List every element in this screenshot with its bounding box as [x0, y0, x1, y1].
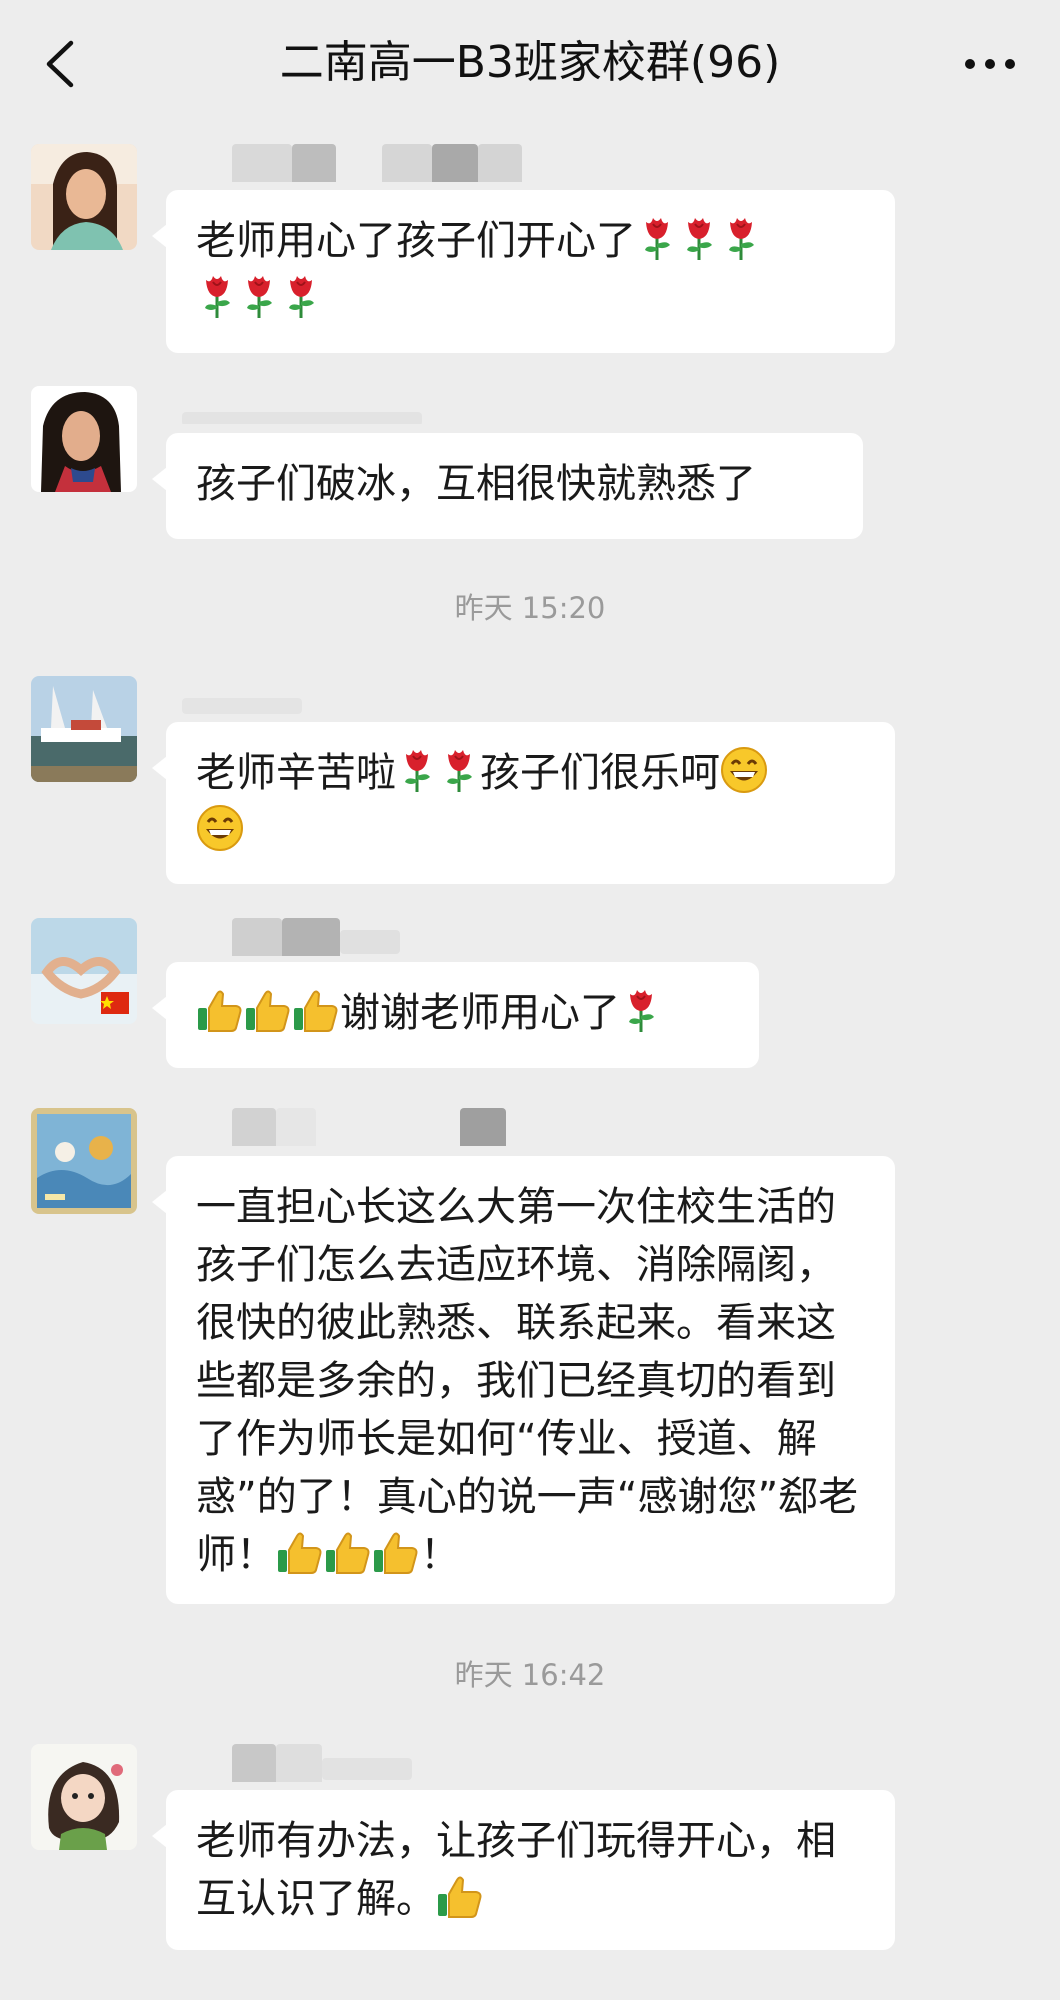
rose-icon	[280, 272, 322, 320]
avatar[interactable]	[31, 918, 137, 1024]
sender-name-redacted	[172, 676, 672, 714]
timestamp: 昨天 15:20	[454, 591, 606, 625]
avatar-heart-hands-photo	[31, 918, 137, 1024]
chevron-left-icon	[46, 40, 74, 88]
back-button[interactable]	[30, 34, 90, 94]
thumbs-up-icon	[196, 986, 244, 1034]
rose-icon	[238, 272, 280, 320]
chat-title: 二南高一B3班家校群(96)	[279, 37, 781, 88]
sender-name-redacted	[172, 144, 672, 182]
avatar[interactable]	[31, 144, 137, 250]
avatar[interactable]	[31, 1108, 137, 1214]
ellipsis-icon	[965, 59, 1015, 69]
chat-header: 二南高一B3班家校群(96)	[0, 0, 1060, 128]
avatar-woman-photo	[31, 386, 137, 492]
message-bubble[interactable]: 老师辛苦啦 孩子们很乐呵	[152, 722, 895, 884]
more-button[interactable]	[950, 34, 1030, 94]
rose-icon	[636, 214, 678, 262]
rose-icon	[720, 214, 762, 262]
sender-name-redacted	[172, 918, 672, 956]
sender-name-redacted	[172, 386, 672, 424]
avatar[interactable]	[31, 676, 137, 782]
grin-icon	[196, 804, 244, 852]
thumbs-up-icon	[324, 1528, 372, 1576]
message-bubble[interactable]: 孩子们破冰，互相很快就熟悉了	[152, 433, 863, 539]
message-text: 谢谢老师用心了	[340, 990, 620, 1036]
message-bubble[interactable]: 一直担心长这么大第一次住校生活的孩子们怎么去适应环境、消除隔阂，很快的彼此熟悉、…	[152, 1156, 895, 1604]
avatar-woman-photo	[31, 144, 137, 250]
avatar-cartoon-girl	[31, 1744, 137, 1850]
message-text: 孩子们破冰，互相很快就熟悉了	[196, 461, 756, 507]
thumbs-up-icon	[276, 1528, 324, 1576]
sender-name-redacted	[172, 1744, 672, 1782]
rose-icon	[438, 746, 480, 794]
avatar-harbor-photo	[31, 676, 137, 782]
message-bubble[interactable]: 谢谢老师用心了	[152, 962, 759, 1068]
rose-icon	[396, 746, 438, 794]
message-text-end: ！	[420, 1532, 460, 1578]
avatar[interactable]	[31, 386, 137, 492]
grin-icon	[720, 746, 768, 794]
message-text: 一直担心长这么大第一次住校生活的孩子们怎么去适应环境、消除隔阂，很快的彼此熟悉、…	[196, 1184, 859, 1578]
message-text: 孩子们很乐呵	[480, 750, 720, 796]
timestamp: 昨天 16:42	[454, 1658, 606, 1692]
message-bubble[interactable]: 老师用心了孩子们开心了	[152, 190, 895, 353]
thumbs-up-icon	[244, 986, 292, 1034]
message-text: 老师用心了孩子们开心了	[196, 218, 636, 264]
thumbs-up-icon	[436, 1872, 484, 1920]
rose-icon	[196, 272, 238, 320]
message-text: 老师辛苦啦	[196, 750, 396, 796]
avatar[interactable]	[31, 1744, 137, 1850]
rose-icon	[620, 986, 662, 1034]
message-bubble[interactable]: 老师有办法，让孩子们玩得开心，相互认识了解。	[152, 1790, 895, 1950]
avatar-drawing	[31, 1108, 137, 1214]
message-text: 老师有办法，让孩子们玩得开心，相互认识了解。	[196, 1818, 836, 1922]
sender-name-redacted	[172, 1108, 672, 1146]
thumbs-up-icon	[292, 986, 340, 1034]
rose-icon	[678, 214, 720, 262]
thumbs-up-icon	[372, 1528, 420, 1576]
